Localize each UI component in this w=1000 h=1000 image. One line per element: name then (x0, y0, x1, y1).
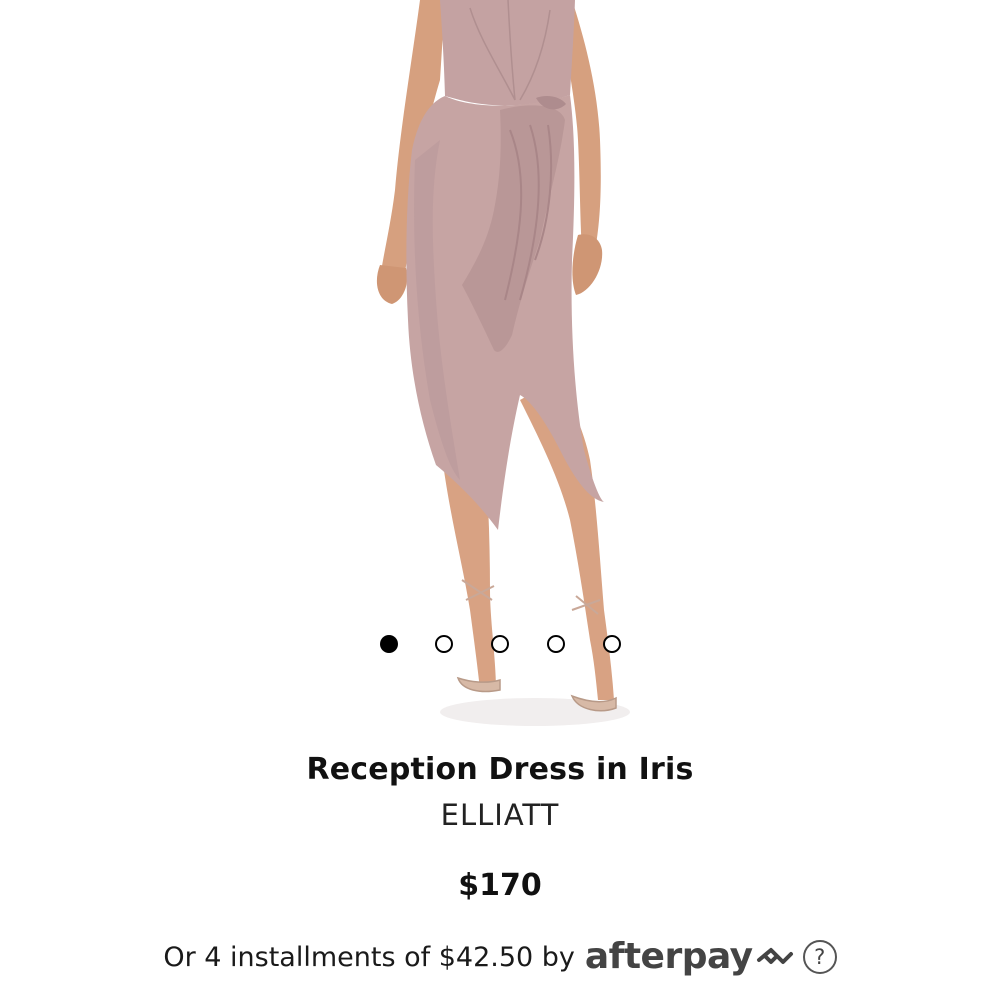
product-price: $170 (458, 868, 542, 903)
afterpay-logo: afterpay (584, 936, 753, 977)
dress-bodice (440, 0, 575, 106)
afterpay-arrows-icon (756, 948, 793, 964)
product-title: Reception Dress in Iris (306, 752, 694, 787)
product-brand[interactable]: ELLIATT (0, 798, 1000, 832)
dress-photo-illustration (376, 0, 630, 726)
afterpay-installments: Or 4 installments of $42.50 by afterpay … (0, 934, 1000, 980)
carousel-dot-3[interactable] (491, 635, 509, 653)
carousel-dot-2[interactable] (435, 635, 453, 653)
installments-text: Or 4 installments of $42.50 by (163, 941, 575, 973)
help-icon[interactable]: ? (802, 940, 837, 974)
left-hand (376, 265, 408, 304)
carousel-dot-1[interactable] (380, 635, 398, 653)
carousel-dot-4[interactable] (547, 635, 565, 653)
product-image[interactable] (0, 0, 1000, 735)
product-detail-page: Reception Dress in Iris ELLIATT $170 Or … (0, 0, 1000, 1000)
right-hand (572, 234, 603, 295)
carousel-pagination (0, 633, 1000, 655)
carousel-dot-5[interactable] (603, 635, 621, 653)
